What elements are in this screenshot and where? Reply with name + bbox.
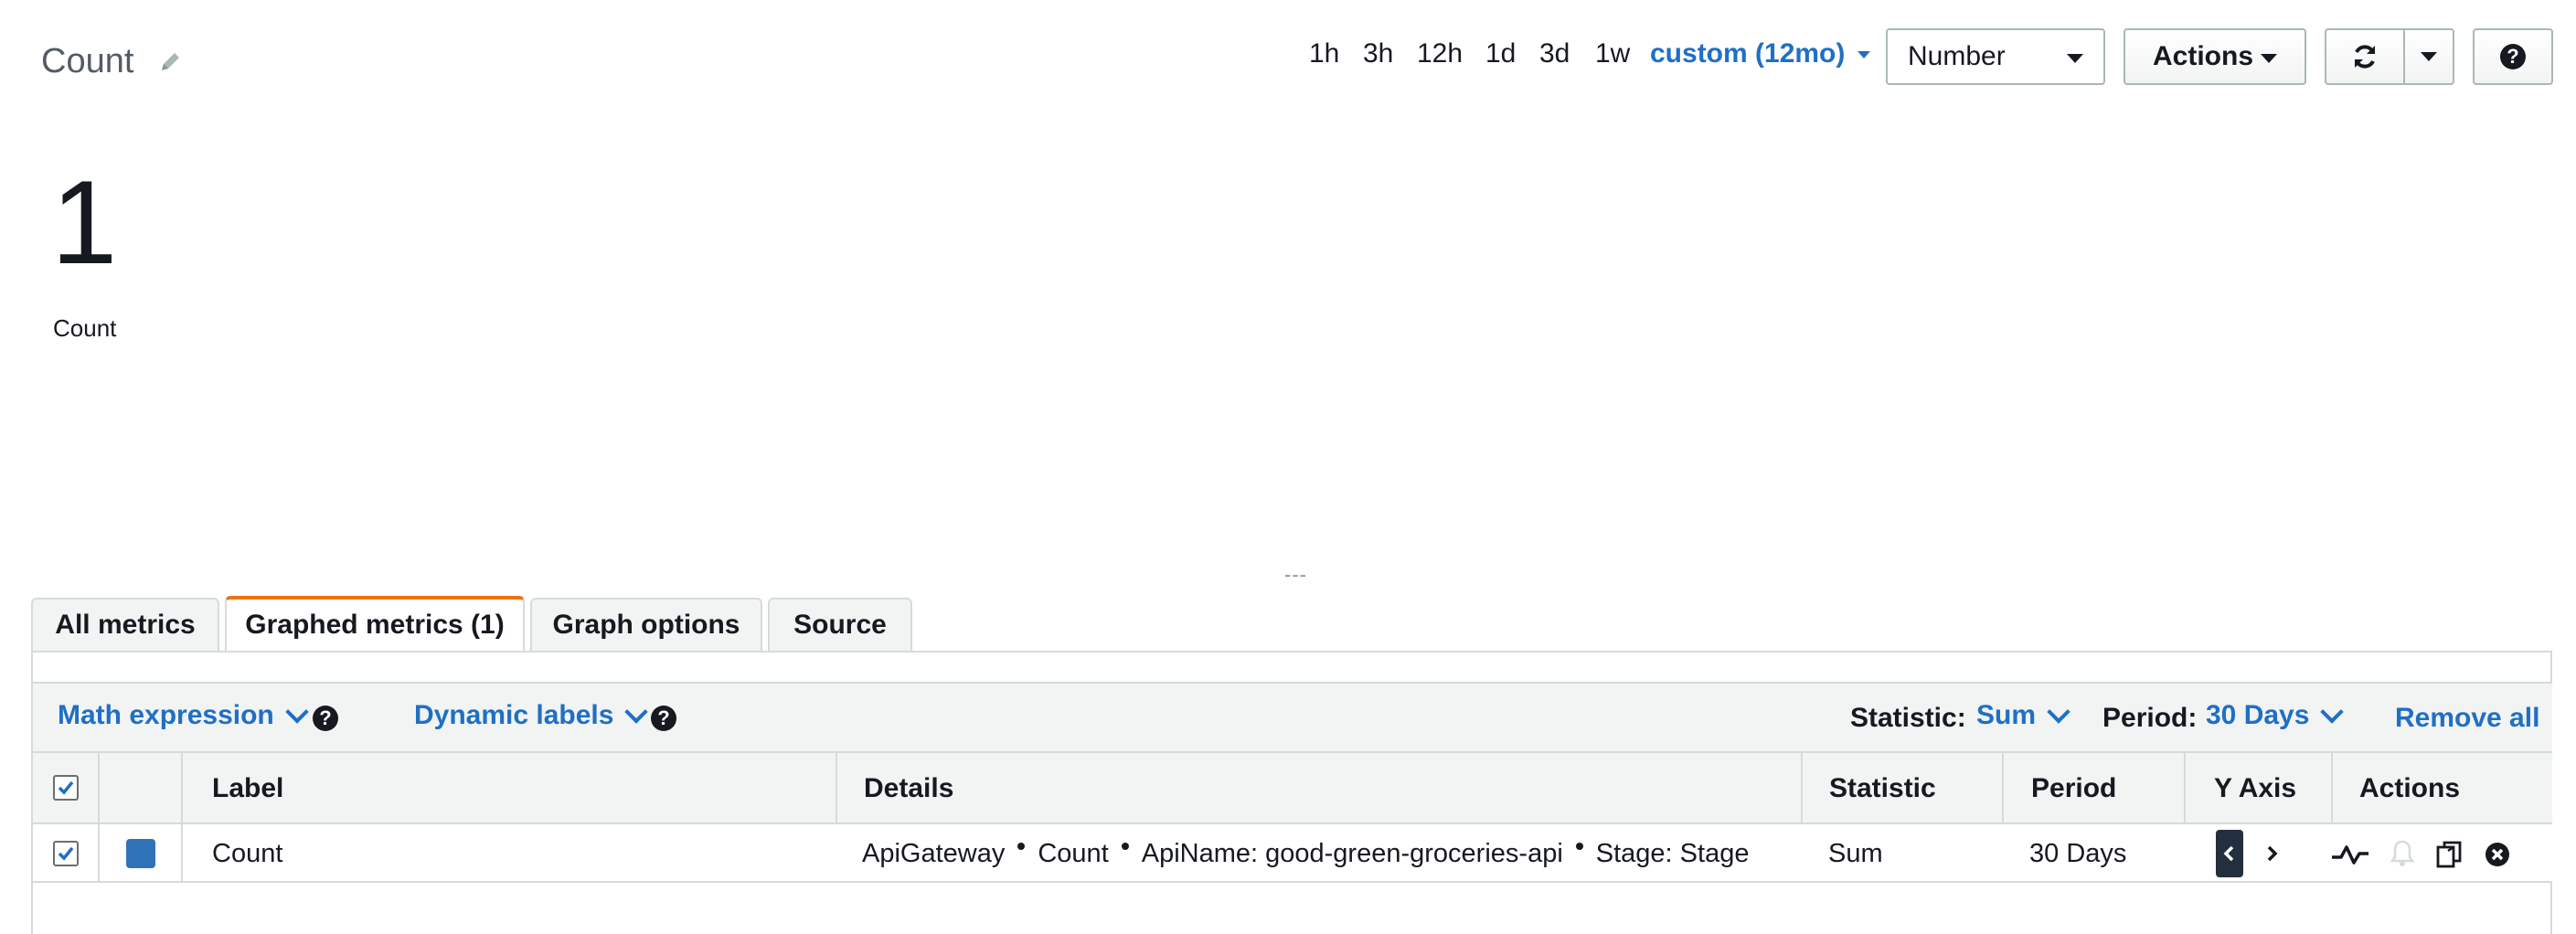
duplicate-icon[interactable] xyxy=(2435,839,2466,875)
range-1w[interactable]: 1w xyxy=(1595,38,1630,69)
column-header-label[interactable]: Label xyxy=(212,753,283,824)
row-label[interactable]: Count xyxy=(212,824,282,883)
detail-api-name: ApiName: good-green-groceries-api xyxy=(1141,838,1563,868)
detail-metric: Count xyxy=(1038,838,1109,868)
view-type-select[interactable]: Number xyxy=(1886,28,2105,85)
custom-range-label: custom (12mo) xyxy=(1650,38,1846,69)
tab-all-metrics[interactable]: All metrics xyxy=(31,598,219,651)
column-header-y-axis[interactable]: Y Axis xyxy=(2214,753,2296,824)
help-icon[interactable]: ? xyxy=(313,706,338,731)
caret-down-icon xyxy=(1857,51,1871,59)
caret-down-icon xyxy=(2421,52,2437,61)
row-period[interactable]: 30 Days xyxy=(2029,824,2126,883)
chevron-down-icon xyxy=(285,700,309,724)
period-value: 30 Days xyxy=(2206,700,2310,730)
bullet-separator xyxy=(1121,843,1129,850)
help-button[interactable]: ? xyxy=(2473,28,2553,85)
remove-all-link[interactable]: Remove all xyxy=(2395,703,2539,734)
metric-value: 1 xyxy=(51,155,118,289)
bullet-separator xyxy=(1575,843,1583,850)
widget-title: Count xyxy=(41,42,134,80)
table-header xyxy=(33,753,2552,824)
y-axis-left-button[interactable] xyxy=(2216,830,2243,877)
row-details: ApiGateway Count ApiName: good-green-groce… xyxy=(862,824,1749,883)
dynamic-labels-dropdown[interactable]: Dynamic labels xyxy=(414,700,649,731)
column-header-statistic[interactable]: Statistic xyxy=(1829,753,1936,824)
resize-handle[interactable]: --- xyxy=(1284,563,1307,587)
column-divider xyxy=(98,753,100,824)
y-axis-right-button[interactable] xyxy=(2258,837,2285,870)
checkmark-icon xyxy=(58,846,74,861)
tab-graphed-metrics[interactable]: Graphed metrics (1) xyxy=(225,596,525,651)
bullet-separator xyxy=(1017,843,1026,850)
graph-line-icon[interactable] xyxy=(2330,841,2370,871)
column-header-details[interactable]: Details xyxy=(864,753,953,824)
metric-label: Count xyxy=(53,314,117,342)
refresh-button[interactable] xyxy=(2325,28,2405,85)
chevron-down-icon xyxy=(2047,700,2070,724)
statistic-dropdown[interactable]: Sum xyxy=(1976,700,2070,731)
chevron-down-icon xyxy=(2320,700,2345,724)
dynamic-labels-label: Dynamic labels xyxy=(414,700,614,730)
series-color-swatch[interactable] xyxy=(126,839,155,868)
caret-down-icon xyxy=(2261,54,2277,63)
custom-range-dropdown[interactable]: custom (12mo) xyxy=(1650,38,1871,69)
row-checkbox[interactable] xyxy=(53,841,79,866)
column-divider xyxy=(1801,753,1803,824)
column-header-actions: Actions xyxy=(2359,773,2461,803)
chevron-down-icon xyxy=(624,700,649,724)
select-all-checkbox[interactable] xyxy=(53,775,79,801)
tab-graph-options[interactable]: Graph options xyxy=(530,598,762,651)
period-label: Period: xyxy=(2102,703,2198,733)
row-statistic[interactable]: Sum xyxy=(1828,824,1883,883)
period-dropdown[interactable]: 30 Days xyxy=(2206,700,2345,731)
range-1h[interactable]: 1h xyxy=(1309,38,1339,69)
statistic-value: Sum xyxy=(1976,700,2037,730)
column-divider xyxy=(181,753,183,824)
math-expression-label: Math expression xyxy=(58,700,274,730)
range-1d[interactable]: 1d xyxy=(1485,38,1516,69)
view-type-value: Number xyxy=(1908,41,2006,71)
statistic-label: Statistic: xyxy=(1850,703,1966,733)
column-divider xyxy=(2331,753,2333,824)
remove-icon[interactable] xyxy=(2484,841,2511,873)
column-divider xyxy=(2184,753,2186,824)
actions-label: Actions xyxy=(2153,41,2254,71)
detail-namespace: ApiGateway xyxy=(862,838,1006,868)
help-icon[interactable]: ? xyxy=(651,706,676,731)
refresh-icon xyxy=(2355,45,2375,69)
range-3d[interactable]: 3d xyxy=(1539,38,1570,69)
column-divider xyxy=(836,753,837,824)
checkmark-icon xyxy=(58,780,74,795)
range-12h[interactable]: 12h xyxy=(1417,38,1463,69)
column-divider xyxy=(2002,753,2004,824)
column-divider xyxy=(181,824,183,883)
detail-stage: Stage: Stage xyxy=(1595,838,1750,868)
help-icon: ? xyxy=(2500,44,2526,69)
range-3h[interactable]: 3h xyxy=(1363,38,1393,69)
pencil-icon[interactable] xyxy=(157,49,183,75)
column-divider xyxy=(98,824,100,883)
actions-button[interactable]: Actions xyxy=(2124,28,2306,85)
chevron-left-icon xyxy=(2223,845,2234,862)
bell-icon[interactable] xyxy=(2390,839,2415,873)
tab-source[interactable]: Source xyxy=(768,598,912,651)
refresh-options-dropdown[interactable] xyxy=(2403,28,2454,85)
column-header-period[interactable]: Period xyxy=(2031,753,2116,824)
math-expression-dropdown[interactable]: Math expression xyxy=(58,700,309,731)
chevron-right-icon xyxy=(2267,845,2278,862)
caret-down-icon xyxy=(2067,54,2083,63)
